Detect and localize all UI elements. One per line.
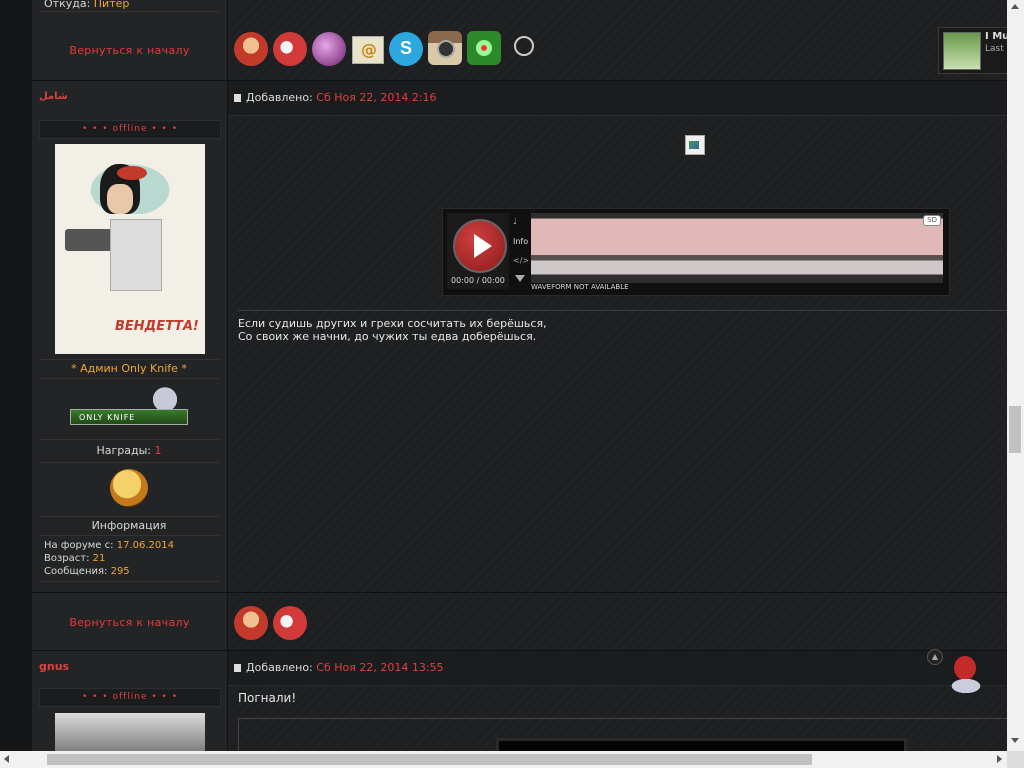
forum-page: Откуда: Питер Вернуться к началу @ S I M…	[0, 0, 1007, 751]
post2-profile-column: gnus • • • offline • • •	[32, 651, 228, 751]
scrollbar-corner	[1007, 751, 1024, 768]
post1-body	[228, 116, 1007, 592]
post1-awards-row: Награды: 1	[39, 439, 219, 463]
prev-post-profile-column: Откуда: Питер	[32, 0, 228, 80]
post1-info-label: Информация	[39, 516, 219, 536]
post-icon[interactable]	[234, 664, 241, 672]
back-to-top-link[interactable]: Вернуться к началу	[32, 44, 227, 57]
website-icon[interactable]	[312, 32, 346, 66]
page-left-gutter	[0, 0, 32, 751]
post1-rank: * Админ Only Knife *	[39, 359, 219, 379]
divider	[39, 11, 219, 12]
steam-avatar	[943, 32, 981, 70]
posts-label: Сообщения:	[44, 566, 108, 577]
post2-status-badge: • • • offline • • •	[39, 688, 221, 707]
awards-count[interactable]: 1	[155, 444, 162, 457]
post1-avatar: ВЕНДЕТТА!	[55, 144, 205, 354]
scroll-up-arrow-icon[interactable]	[1011, 4, 1019, 9]
location-label: Откуда:	[44, 0, 91, 10]
icq-icon[interactable]	[467, 31, 501, 65]
post1-text: Если судишь других и грехи сосчитать их …	[238, 317, 547, 343]
scroll-left-arrow-icon[interactable]	[4, 755, 9, 763]
prev-post-footer: @ S I Mu Last	[228, 0, 1007, 80]
mascot-icon	[942, 652, 992, 700]
post1-rank-badge: ONLY KNIFE	[70, 381, 190, 429]
play-button[interactable]	[453, 219, 507, 273]
steam-icon[interactable]	[506, 31, 540, 65]
signature-divider	[238, 310, 1007, 311]
steam-status: Last	[985, 44, 1004, 54]
scroll-up-icon[interactable]: ▲	[927, 649, 943, 665]
post1-username[interactable]: شامل	[39, 91, 68, 102]
waveform-note: WAVEFORM NOT AVAILABLE	[531, 283, 629, 291]
divider	[39, 581, 219, 582]
age-value: 21	[92, 553, 106, 564]
volume-icon[interactable]: ♩	[513, 217, 517, 227]
profile-icon[interactable]	[234, 32, 268, 66]
added-date: Сб Ноя 22, 2014 2:16	[316, 91, 437, 104]
profile-icon[interactable]	[234, 606, 268, 640]
broken-image-icon	[685, 135, 705, 155]
vertical-scroll-thumb[interactable]	[1009, 406, 1021, 453]
embed-button[interactable]: </>	[513, 256, 529, 265]
added-label: Добавлено:	[246, 661, 313, 674]
horizontal-scroll-thumb[interactable]	[47, 754, 812, 765]
scroll-right-arrow-icon[interactable]	[997, 755, 1002, 763]
joined-row: На форуме с: 17.06.2014	[44, 539, 219, 552]
info-button[interactable]: Info	[513, 237, 528, 246]
posts-value: 295	[110, 566, 130, 577]
location-row: Откуда: Питер	[44, 0, 129, 10]
quality-badge[interactable]: SD	[923, 215, 941, 226]
post1-added: Добавлено: Сб Ноя 22, 2014 2:16	[246, 91, 437, 104]
post2-added: Добавлено: Сб Ноя 22, 2014 13:55	[246, 661, 444, 674]
steam-widget[interactable]: I Mu Last	[938, 27, 1007, 74]
age-label: Возраст:	[44, 553, 90, 564]
skype-icon[interactable]: S	[389, 32, 423, 66]
text-line: Со своих же начни, до чужих ты едва добе…	[238, 330, 537, 343]
posts-row: Сообщения: 295	[44, 565, 219, 578]
joined-value: 17.06.2014	[116, 540, 174, 551]
player-time: 00:00 / 00:00	[451, 276, 505, 285]
text-line: Если судишь других и грехи сосчитать их …	[238, 317, 547, 330]
post2-username[interactable]: gnus	[39, 660, 69, 673]
post2-avatar	[55, 713, 205, 751]
play-icon	[474, 234, 492, 258]
post1-profile-column: شامل • • • offline • • • ВЕНДЕТТА! * Адм…	[32, 81, 228, 593]
joined-label: На форуме с:	[44, 540, 114, 551]
back-to-top-link[interactable]: Вернуться к началу	[32, 616, 227, 629]
awards-label: Награды:	[96, 444, 151, 457]
post1-stats: На форуме с: 17.06.2014 Возраст: 21 Сооб…	[39, 539, 219, 578]
horizontal-scrollbar[interactable]	[0, 751, 1007, 768]
age-row: Возраст: 21	[44, 552, 219, 565]
post2-video-embed[interactable]	[496, 738, 907, 751]
vertical-scrollbar[interactable]	[1007, 0, 1024, 751]
instagram-icon[interactable]	[428, 31, 462, 65]
added-date: Сб Ноя 22, 2014 13:55	[316, 661, 444, 674]
post2-header: Добавлено: Сб Ноя 22, 2014 13:55	[228, 651, 1007, 686]
forum-topic: Откуда: Питер Вернуться к началу @ S I M…	[32, 0, 1007, 751]
post1-status-badge: • • • offline • • •	[39, 120, 221, 139]
audio-player: 00:00 / 00:00 ♩ Info </> SD WAVEFORM NOT…	[442, 208, 950, 296]
player-controls: 00:00 / 00:00	[447, 213, 509, 289]
email-icon[interactable]: @	[352, 36, 384, 64]
post1-header: Добавлено: Сб Ноя 22, 2014 2:16	[228, 81, 1007, 116]
location-value: Питер	[93, 0, 130, 10]
steam-name: I Mu	[985, 31, 1007, 42]
download-icon[interactable]	[515, 275, 525, 282]
scroll-down-arrow-icon[interactable]	[1011, 738, 1019, 743]
rank-badge-label: ONLY KNIFE	[70, 409, 188, 425]
post2-text: Погнали!	[238, 691, 297, 705]
award-medal-icon[interactable]	[110, 469, 148, 507]
added-label: Добавлено:	[246, 91, 313, 104]
post-icon[interactable]	[234, 94, 241, 102]
message-icon[interactable]	[273, 606, 307, 640]
waveform-display[interactable]: SD	[531, 213, 943, 283]
message-icon[interactable]	[273, 32, 307, 66]
